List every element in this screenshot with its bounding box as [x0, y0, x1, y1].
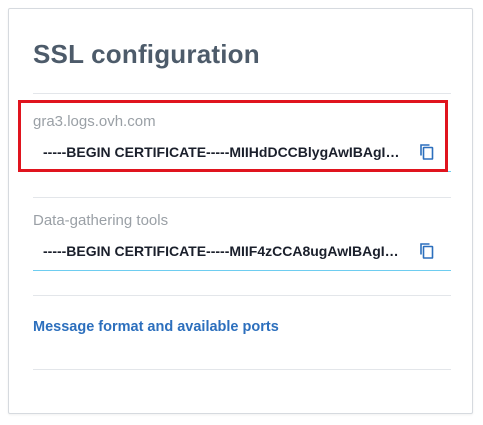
certificate-field-data-gathering: Data-gathering tools -----BEGIN CERTIFIC…: [33, 211, 451, 271]
copy-icon[interactable]: [417, 241, 437, 261]
certificate-value[interactable]: -----BEGIN CERTIFICATE-----MIIF4zCCA8ugA…: [43, 241, 403, 261]
title-divider: [33, 93, 451, 94]
field-label: Data-gathering tools: [33, 212, 169, 229]
message-format-link[interactable]: Message format and available ports: [33, 319, 279, 335]
section-divider: [33, 295, 451, 296]
certificate-field-gra3: gra3.logs.ovh.com -----BEGIN CERTIFICATE…: [33, 112, 451, 172]
certificate-value[interactable]: -----BEGIN CERTIFICATE-----MIIHdDCCBlygA…: [43, 142, 403, 162]
certificate-input[interactable]: -----BEGIN CERTIFICATE-----MIIHdDCCBlygA…: [33, 132, 451, 172]
section-divider: [33, 197, 451, 198]
copy-icon[interactable]: [417, 142, 437, 162]
ssl-configuration-card: SSL configuration gra3.logs.ovh.com ----…: [8, 8, 473, 414]
field-label: gra3.logs.ovh.com: [33, 113, 156, 130]
certificate-input[interactable]: -----BEGIN CERTIFICATE-----MIIF4zCCA8ugA…: [33, 231, 451, 271]
bottom-divider: [33, 369, 451, 370]
card-title: SSL configuration: [33, 39, 260, 69]
